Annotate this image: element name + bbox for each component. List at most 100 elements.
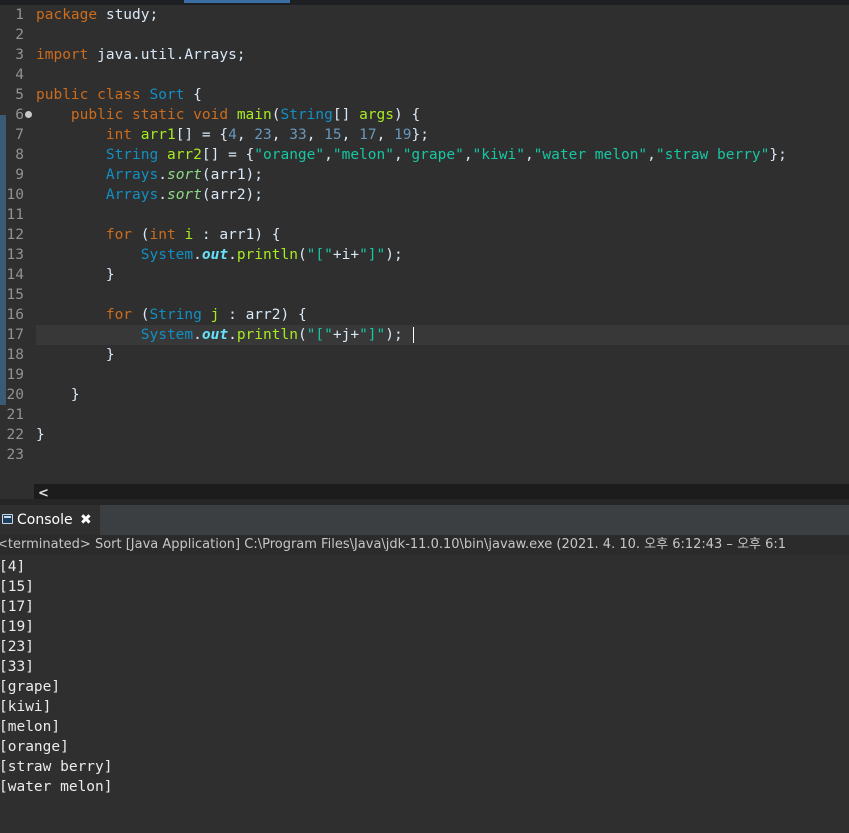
variable-name: j xyxy=(210,307,220,323)
code-editor[interactable]: 1 2 3 4 5 6 7 8 9 10 11 12 13 14 15 16 1… xyxy=(0,5,849,504)
keyword: import xyxy=(36,47,89,63)
number-literal: 33 xyxy=(289,127,307,143)
variable-name: arr2 xyxy=(245,307,281,323)
keyword: static xyxy=(132,107,185,123)
output-line: [straw berry] xyxy=(0,759,113,775)
output-line: [melon] xyxy=(0,719,61,735)
line-number: 23 xyxy=(6,447,24,463)
type-name: String xyxy=(105,147,159,163)
code-text: study; xyxy=(97,7,159,23)
keyword: int xyxy=(149,227,176,243)
code-line: Arrays.sort(arr2); xyxy=(105,187,264,203)
static-field: out xyxy=(201,327,229,343)
parameter-name: args xyxy=(359,107,394,123)
output-line: [19] xyxy=(0,619,34,635)
close-icon[interactable]: ✖ xyxy=(80,505,92,536)
method-name: println xyxy=(236,247,298,263)
output-line: [15] xyxy=(0,579,34,595)
line-number: 6 xyxy=(15,107,24,123)
output-line: [33] xyxy=(0,659,34,675)
fold-collapse-icon[interactable] xyxy=(25,111,32,118)
variable-name: i xyxy=(341,247,351,263)
line-number: 20 xyxy=(6,387,24,403)
method-name: println xyxy=(236,327,298,343)
number-literal: 23 xyxy=(254,127,272,143)
line-number: 9 xyxy=(15,167,24,183)
line-number: 13 xyxy=(6,247,24,263)
string-literal: "[" xyxy=(306,327,333,343)
active-editor-tab-indicator[interactable] xyxy=(184,0,290,3)
code-line: import java.util.Arrays; xyxy=(36,45,246,65)
line-number: 10 xyxy=(6,187,24,203)
line-number: 22 xyxy=(6,427,24,443)
tab-console[interactable]: Console ✖ xyxy=(0,505,100,535)
number-literal: 4 xyxy=(228,127,237,143)
code-line: Arrays.sort(arr1); xyxy=(105,167,264,183)
code-line: public class Sort { xyxy=(36,85,202,105)
output-line: [23] xyxy=(0,639,34,655)
code-line: } xyxy=(36,347,115,363)
number-literal: 15 xyxy=(324,127,342,143)
line-number: 19 xyxy=(6,367,24,383)
output-line: [grape] xyxy=(0,679,61,695)
static-method: sort xyxy=(166,187,202,203)
output-line: [kiwi] xyxy=(0,699,52,715)
keyword: public xyxy=(36,87,89,103)
string-literal: "[" xyxy=(306,247,333,263)
variable-name: arr2 xyxy=(166,147,202,163)
line-number: 7 xyxy=(15,127,24,143)
code-line: System.out.println("["+i+"]"); xyxy=(140,247,403,263)
keyword: class xyxy=(97,87,141,103)
line-number: 2 xyxy=(15,27,24,43)
output-line: [4] xyxy=(0,559,26,575)
code-line: System.out.println("["+j+"]"); xyxy=(140,327,403,343)
output-line: [17] xyxy=(0,599,34,615)
variable-name: i xyxy=(184,227,194,243)
output-line: [orange] xyxy=(0,739,69,755)
line-number: 14 xyxy=(6,267,24,283)
type-name: Arrays xyxy=(105,167,159,183)
string-literal: "kiwi" xyxy=(472,147,525,163)
line-number: 11 xyxy=(6,207,24,223)
code-line: package study; xyxy=(36,5,158,25)
console-tab-bar: Console ✖ xyxy=(0,505,849,535)
string-literal: "]" xyxy=(359,327,386,343)
code-text: java.util.Arrays; xyxy=(88,47,246,63)
variable-name: arr1 xyxy=(219,227,255,243)
method-name: main xyxy=(236,107,272,123)
console-output[interactable]: [4] [15] [17] [19] [23] [33] [grape] [ki… xyxy=(0,557,849,833)
process-status-text: <terminated> Sort [Java Application] C:\… xyxy=(0,537,787,552)
line-number-gutter: 1 2 3 4 5 6 7 8 9 10 11 12 13 14 15 16 1… xyxy=(0,5,34,499)
line-number: 5 xyxy=(15,87,24,103)
line-number: 12 xyxy=(6,227,24,243)
keyword: for xyxy=(105,227,133,243)
type-name: String xyxy=(149,307,202,323)
class-name: Sort xyxy=(149,87,185,103)
code-line: } xyxy=(36,267,115,283)
keyword: int xyxy=(105,127,133,143)
line-number: 16 xyxy=(6,307,24,323)
line-number: 18 xyxy=(6,347,24,363)
keyword: void xyxy=(193,107,229,123)
variable-name: arr1 xyxy=(210,167,246,183)
string-literal: "]" xyxy=(359,247,386,263)
code-line: for (int i : arr1) { xyxy=(105,227,281,243)
keyword: package xyxy=(36,7,98,23)
variable-name: arr1 xyxy=(140,127,176,143)
string-literal: "melon" xyxy=(332,147,394,163)
code-line: public static void main(String[] args) { xyxy=(70,107,421,123)
code-line: for (String j : arr2) { xyxy=(105,307,307,323)
type-name: System xyxy=(140,247,194,263)
string-literal: "orange" xyxy=(254,147,325,163)
string-literal: "water melon" xyxy=(533,147,648,163)
line-number: 15 xyxy=(6,287,24,303)
code-line: } xyxy=(36,427,45,443)
keyword: for xyxy=(105,307,133,323)
variable-name: arr2 xyxy=(210,187,246,203)
string-literal: "grape" xyxy=(402,147,464,163)
console-icon xyxy=(2,514,13,524)
code-line: String arr2[] = {"orange","melon","grape… xyxy=(105,147,787,163)
console-status-line: <terminated> Sort [Java Application] C:\… xyxy=(0,535,849,555)
keyword: public xyxy=(70,107,124,123)
text-cursor xyxy=(413,327,414,343)
